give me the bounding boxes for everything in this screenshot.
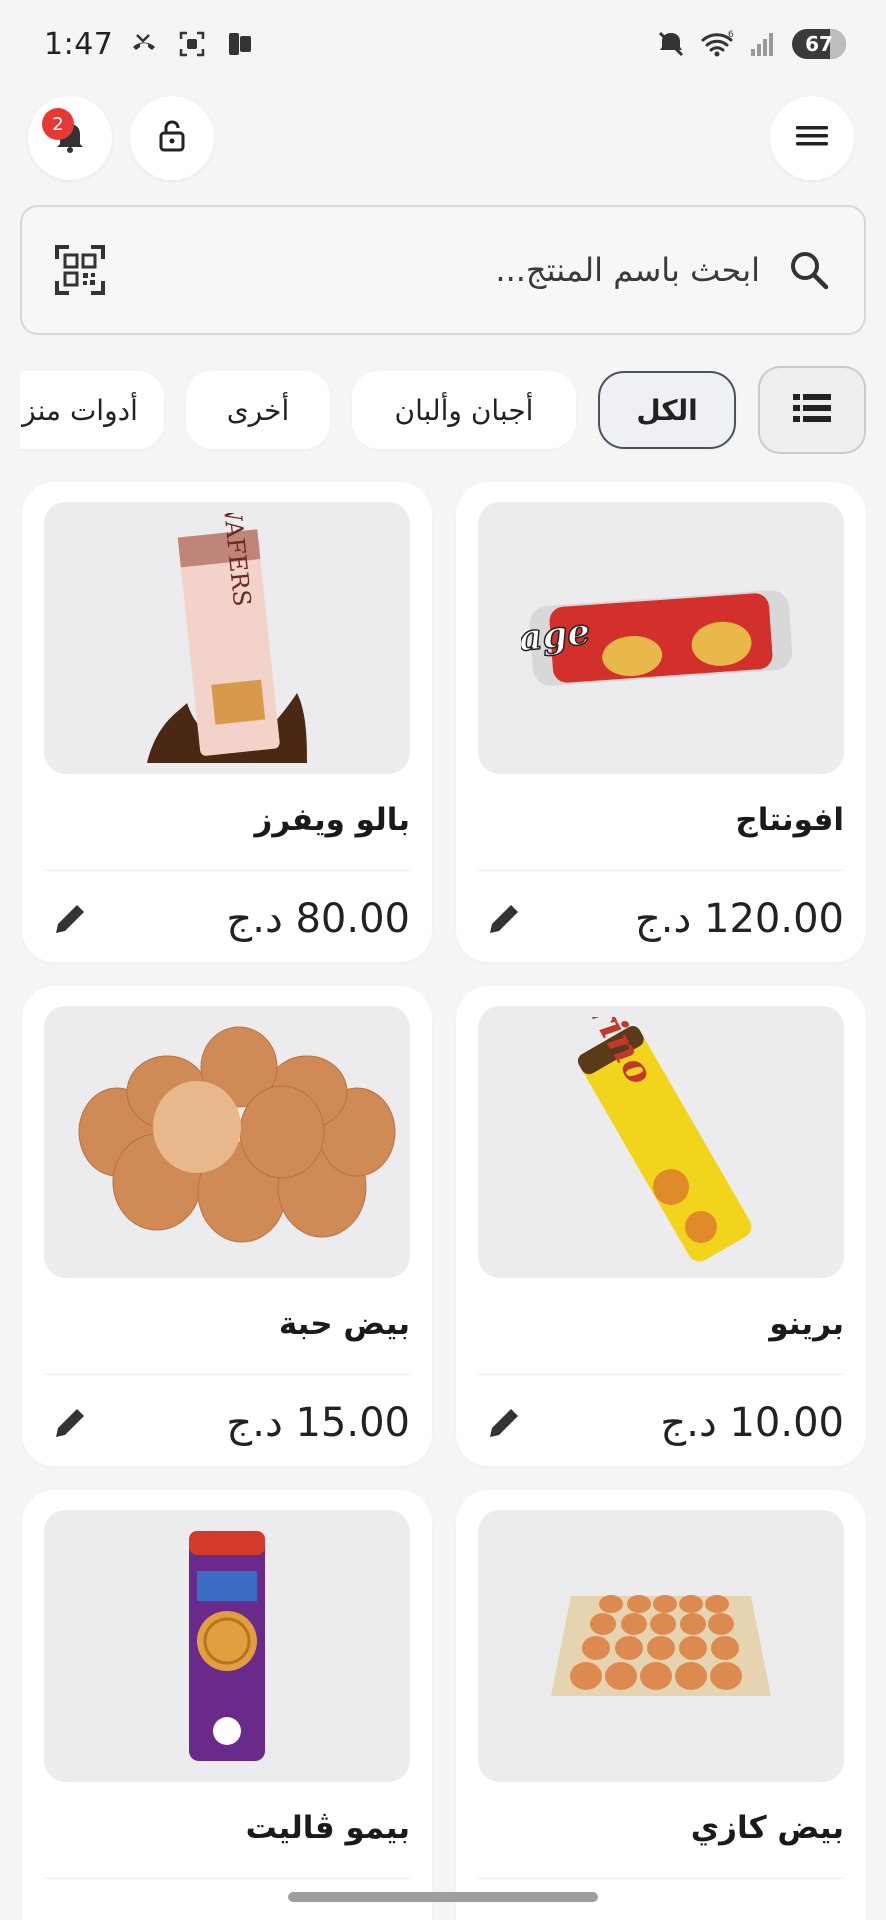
- bimo-galette-pack-icon: [189, 1531, 265, 1761]
- notification-badge: 2: [42, 108, 74, 140]
- edit-pencil-icon[interactable]: [44, 1397, 96, 1449]
- product-name: برينو: [769, 1306, 844, 1342]
- svg-text:6: 6: [728, 30, 734, 40]
- card-divider: [44, 1374, 410, 1375]
- card-divider: [478, 870, 844, 871]
- product-name: بيض كازي: [690, 1810, 844, 1846]
- category-chip-all[interactable]: الكل: [598, 371, 736, 449]
- card-divider: [44, 870, 410, 871]
- product-price: 10.00 د.ج: [660, 1400, 844, 1446]
- product-image: Brino: [478, 1006, 844, 1278]
- wifi-icon: 6: [700, 27, 734, 61]
- card-divider: [478, 1878, 844, 1879]
- product-image: [44, 1006, 410, 1278]
- product-name: افونتاج: [735, 802, 844, 838]
- palo-wafers-pack-icon: WAFERS: [147, 513, 307, 763]
- status-bar: 1:47 6 67: [0, 0, 886, 88]
- product-price: 80.00 د.ج: [226, 896, 410, 942]
- list-view-icon: [793, 393, 831, 427]
- product-image: [478, 1510, 844, 1782]
- edit-pencil-icon[interactable]: [44, 893, 96, 945]
- product-card[interactable]: Brino برينو 10.00 د.ج: [456, 986, 866, 1466]
- device-icon: [223, 27, 257, 61]
- category-chip-household[interactable]: أدوات منزلية: [20, 371, 164, 449]
- hamburger-menu-icon: [792, 116, 832, 160]
- product-image: Avantage: [478, 502, 844, 774]
- search-input[interactable]: [108, 240, 784, 300]
- menu-button[interactable]: [770, 96, 854, 180]
- product-name: بيمو ڤاليت: [245, 1810, 410, 1846]
- missed-call-icon: [127, 27, 161, 61]
- home-indicator[interactable]: [288, 1892, 598, 1902]
- avantage-biscuit-pack-icon: Avantage: [521, 590, 793, 686]
- product-name: بيض حبة: [278, 1306, 410, 1342]
- product-name: بالو ويفرز: [254, 802, 411, 838]
- card-footer: 120.00 د.ج: [478, 889, 844, 949]
- card-divider: [44, 1878, 410, 1879]
- card-footer: 10.00 د.ج: [478, 1393, 844, 1453]
- status-right: 6 67: [654, 27, 846, 61]
- lock-icon: [152, 116, 192, 160]
- screenshot-icon: [175, 27, 209, 61]
- product-image: WAFERS: [44, 502, 410, 774]
- card-footer: 15.00 د.ج: [44, 1393, 410, 1453]
- product-card[interactable]: بيض حبة 15.00 د.ج: [22, 986, 432, 1466]
- category-chip-other[interactable]: أخرى: [186, 371, 330, 449]
- battery-indicator: 67: [792, 29, 846, 59]
- category-filter-bar: الكل أجبان وألبان أخرى أدوات منزلية: [20, 360, 866, 460]
- edit-pencil-icon[interactable]: [478, 1397, 530, 1449]
- list-view-button[interactable]: [758, 366, 866, 454]
- clock: 1:47: [44, 26, 114, 62]
- qr-scan-icon[interactable]: [52, 242, 108, 298]
- brino-biscuit-roll-icon: Brino: [564, 1017, 752, 1262]
- product-image: [44, 1510, 410, 1782]
- product-grid: Avantage افونتاج 120.00 د.ج WAFERS بالو …: [20, 482, 866, 1920]
- eggs-pile-icon: [78, 1026, 396, 1243]
- card-footer: 80.00 د.ج: [44, 889, 410, 949]
- edit-pencil-icon[interactable]: [478, 893, 530, 945]
- product-card[interactable]: بيمو ڤاليت: [22, 1490, 432, 1920]
- search-bar: [20, 205, 866, 335]
- product-price: 15.00 د.ج: [226, 1400, 410, 1446]
- battery-level: 67: [805, 32, 833, 56]
- category-chip-dairy[interactable]: أجبان وألبان: [352, 371, 576, 449]
- status-left: 1:47: [44, 27, 257, 62]
- search-icon[interactable]: [784, 245, 834, 295]
- egg-tray-icon: [551, 1595, 771, 1696]
- notifications-button[interactable]: 2: [28, 96, 112, 180]
- product-card[interactable]: Avantage افونتاج 120.00 د.ج: [456, 482, 866, 962]
- lock-button[interactable]: [130, 96, 214, 180]
- product-card[interactable]: بيض كازي: [456, 1490, 866, 1920]
- signal-icon: [746, 27, 780, 61]
- product-card[interactable]: WAFERS بالو ويفرز 80.00 د.ج: [22, 482, 432, 962]
- mute-icon: [654, 27, 688, 61]
- product-price: 120.00 د.ج: [634, 896, 844, 942]
- card-divider: [478, 1374, 844, 1375]
